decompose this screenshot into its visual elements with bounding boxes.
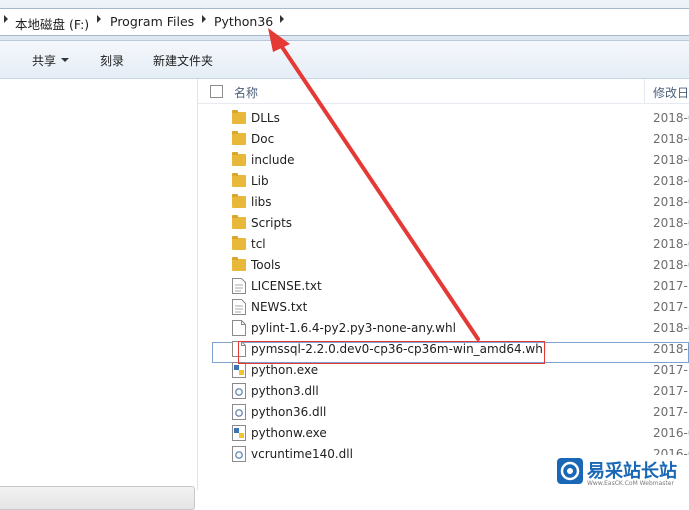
file-date: 2017-1 bbox=[653, 363, 689, 377]
file-date: 2018-0 bbox=[653, 216, 689, 230]
file-row[interactable]: Tools 2018-0 bbox=[198, 255, 689, 276]
breadcrumb-separator-icon[interactable] bbox=[4, 15, 8, 23]
file-date: 2018-0 bbox=[653, 342, 689, 356]
folder-icon bbox=[232, 152, 246, 168]
file-name: Tools bbox=[251, 258, 281, 272]
address-bar: 本地磁盘 (F:) Program Files Python36 bbox=[0, 0, 689, 41]
file-list[interactable]: 名称 修改日 DLLs2018-0Doc2018-0include2018-0L… bbox=[198, 79, 689, 490]
file-row[interactable]: Doc 2018-0 bbox=[198, 129, 689, 150]
file-row[interactable]: Lib 2018-0 bbox=[198, 171, 689, 192]
watermark-logo-icon bbox=[557, 458, 583, 484]
file-name: pylint-1.6.4-py2.py3-none-any.whl bbox=[251, 321, 456, 335]
text-file-icon bbox=[232, 278, 246, 294]
command-toolbar: 共享 刻录 新建文件夹 bbox=[0, 41, 689, 79]
dll-file-icon bbox=[232, 404, 246, 420]
select-all-checkbox[interactable] bbox=[210, 85, 223, 98]
file-date: 2017-1 bbox=[653, 405, 689, 419]
folder-icon bbox=[232, 215, 246, 231]
folder-icon bbox=[232, 131, 246, 147]
burn-button[interactable]: 刻录 bbox=[100, 52, 124, 69]
file-row[interactable]: NEWS.txt 2017-1 bbox=[198, 297, 689, 318]
file-row[interactable]: python36.dll 2017-1 bbox=[198, 402, 689, 423]
watermark-subtext: Www.EasCK.CoM Webmaster bbox=[587, 480, 674, 487]
file-date: 2016-0 bbox=[653, 426, 689, 440]
file-row[interactable]: pylint-1.6.4-py2.py3-none-any.whl 2018-0 bbox=[198, 318, 689, 339]
python-exe-icon bbox=[232, 362, 246, 378]
file-name: python3.dll bbox=[251, 384, 319, 398]
dll-file-icon bbox=[232, 446, 246, 462]
file-row[interactable]: libs 2018-0 bbox=[198, 192, 689, 213]
breadcrumb[interactable]: 本地磁盘 (F:) Program Files Python36 bbox=[0, 8, 689, 36]
file-name: LICENSE.txt bbox=[251, 279, 322, 293]
file-name: vcruntime140.dll bbox=[251, 447, 353, 461]
breadcrumb-item-program-files[interactable]: Program Files bbox=[110, 14, 194, 29]
file-row[interactable]: Scripts 2018-0 bbox=[198, 213, 689, 234]
file-row[interactable]: LICENSE.txt 2017-1 bbox=[198, 276, 689, 297]
breadcrumb-separator-icon[interactable] bbox=[97, 15, 101, 23]
file-row[interactable]: tcl 2018-0 bbox=[198, 234, 689, 255]
text-file-icon bbox=[232, 299, 246, 315]
watermark: 易采站长站 Www.EasCK.CoM Webmaster bbox=[555, 455, 689, 490]
file-date: 2018-0 bbox=[653, 237, 689, 251]
file-row[interactable]: pythonw.exe 2016-0 bbox=[198, 423, 689, 444]
file-name: Doc bbox=[251, 132, 275, 146]
file-row[interactable]: python3.dll 2017-1 bbox=[198, 381, 689, 402]
breadcrumb-item-drive[interactable]: 本地磁盘 (F:) bbox=[15, 14, 89, 33]
file-name: pythonw.exe bbox=[251, 426, 327, 440]
breadcrumb-separator-icon[interactable] bbox=[280, 15, 284, 23]
file-date: 2018-0 bbox=[653, 258, 689, 272]
file-date: 2017-1 bbox=[653, 300, 689, 314]
file-date: 2017-1 bbox=[653, 384, 689, 398]
column-date-header[interactable]: 修改日 bbox=[653, 84, 689, 101]
file-date: 2018-0 bbox=[653, 174, 689, 188]
file-row[interactable]: include 2018-0 bbox=[198, 150, 689, 171]
file-name: libs bbox=[251, 195, 272, 209]
dll-file-icon bbox=[232, 383, 246, 399]
file-date: 2017-1 bbox=[653, 279, 689, 293]
file-name: DLLs bbox=[251, 111, 280, 125]
file-name: tcl bbox=[251, 237, 266, 251]
navigation-pane[interactable] bbox=[0, 79, 198, 510]
column-header: 名称 修改日 bbox=[198, 79, 689, 104]
folder-icon bbox=[232, 236, 246, 252]
file-date: 2018-0 bbox=[653, 132, 689, 146]
file-date: 2018-0 bbox=[653, 321, 689, 335]
column-name-header[interactable]: 名称 bbox=[234, 84, 258, 101]
file-name: include bbox=[251, 153, 295, 167]
file-date: 2018-0 bbox=[653, 111, 689, 125]
folder-icon bbox=[232, 194, 246, 210]
breadcrumb-separator-icon[interactable] bbox=[202, 15, 206, 23]
new-folder-button[interactable]: 新建文件夹 bbox=[153, 52, 213, 69]
file-row[interactable]: DLLs 2018-0 bbox=[198, 108, 689, 129]
file-name: Scripts bbox=[251, 216, 293, 230]
file-name: python.exe bbox=[251, 363, 319, 377]
file-name: python36.dll bbox=[251, 405, 327, 419]
python-exe-icon bbox=[232, 425, 246, 441]
file-icon bbox=[232, 320, 246, 336]
share-button[interactable]: 共享 bbox=[32, 52, 56, 69]
file-name: NEWS.txt bbox=[251, 300, 308, 314]
chevron-down-icon[interactable] bbox=[61, 58, 69, 62]
file-name: Lib bbox=[251, 174, 269, 188]
folder-icon bbox=[232, 173, 246, 189]
folder-icon bbox=[232, 257, 246, 273]
column-divider[interactable] bbox=[644, 79, 645, 103]
folder-icon bbox=[232, 110, 246, 126]
file-date: 2018-0 bbox=[653, 195, 689, 209]
annotation-highlight-box bbox=[238, 341, 545, 364]
breadcrumb-item-python36[interactable]: Python36 bbox=[214, 14, 273, 29]
file-date: 2018-0 bbox=[653, 153, 689, 167]
